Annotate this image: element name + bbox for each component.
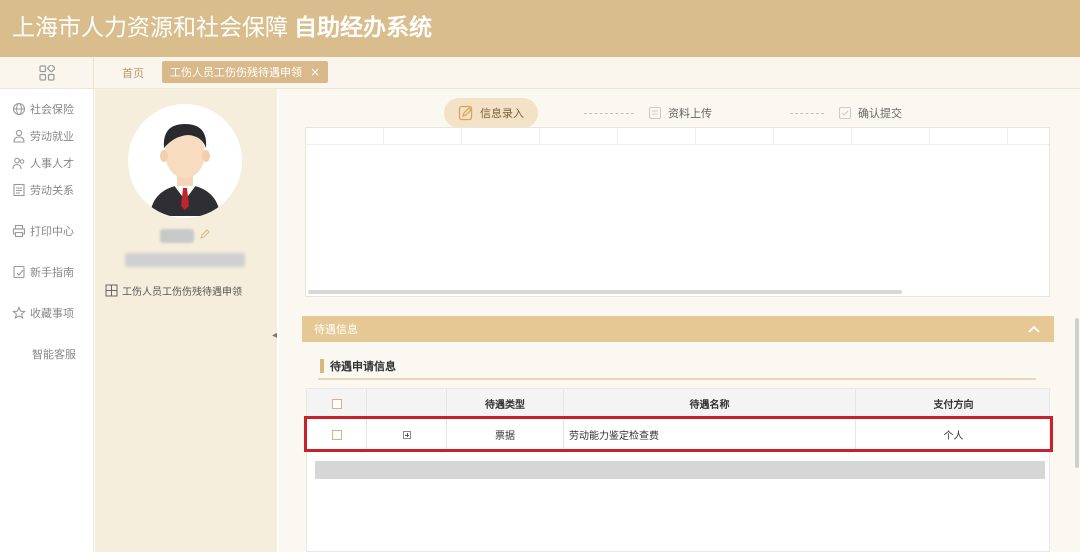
upload-icon — [648, 106, 662, 120]
chevron-up-icon[interactable] — [1026, 321, 1042, 337]
info-entry-icon — [458, 105, 473, 121]
subsection-divider — [318, 378, 1036, 380]
sidebar-item-label: 人事人才 — [30, 157, 74, 170]
confirm-icon — [838, 106, 852, 120]
title-marker — [320, 359, 324, 373]
step-confirm-submit[interactable]: 确认提交 — [824, 98, 916, 128]
sidebar-item-smart-service[interactable]: 智能客服 — [32, 345, 76, 363]
step-connector — [584, 113, 634, 114]
sidebar-item-label: 智能客服 — [32, 348, 76, 361]
sidebar-item-print-center[interactable]: 打印中心 — [12, 222, 74, 240]
step-material-upload[interactable]: 资料上传 — [634, 98, 726, 128]
tab-home[interactable]: 首页 — [110, 65, 156, 81]
upper-table-header-stub — [306, 128, 1049, 145]
sidebar-item-labor-relations[interactable]: 劳动关系 — [12, 181, 74, 199]
star-icon — [12, 306, 26, 320]
sidebar-item-beginner-guide[interactable]: 新手指南 — [12, 263, 74, 281]
header-expand — [367, 389, 447, 418]
current-service-link[interactable]: 工伤人员工伤伤残待遇申领 — [105, 283, 242, 298]
step-label: 资料上传 — [668, 107, 712, 120]
sidebar-item-personnel[interactable]: 人事人才 — [12, 154, 74, 172]
highlight-annotation — [304, 416, 1053, 452]
step-info-entry[interactable]: 信息录入 — [444, 98, 538, 128]
sidebar-item-label: 打印中心 — [30, 225, 74, 238]
current-service-label: 工伤人员工伤伤残待遇申领 — [122, 287, 242, 298]
sidebar: 社会保险 劳动就业 人事人才 劳动关系 打印中心 新手指南 收藏事项 智能客服 — [0, 89, 94, 552]
user-name-redacted — [160, 229, 194, 243]
tab-active-label: 工伤人员工伤伤残待遇申领 — [170, 66, 302, 79]
table-header: 待遇类型 待遇名称 支付方向 — [307, 389, 1049, 419]
benefit-table: 待遇类型 待遇名称 支付方向 票据 劳动能力鉴定检查费 个人 — [306, 388, 1050, 552]
header-benefit-type: 待遇类型 — [447, 389, 564, 418]
section-title: 待遇信息 — [314, 323, 358, 336]
tab-bar: 首页 工伤人员工伤伤残待遇申领 × — [0, 57, 1080, 89]
horizontal-scrollbar[interactable] — [308, 290, 902, 294]
subsection-title: 待遇申请信息 — [320, 358, 396, 374]
document-icon — [13, 183, 25, 197]
collapse-panel-icon[interactable]: ◂ — [272, 330, 277, 341]
sidebar-item-label: 收藏事项 — [30, 307, 74, 320]
sidebar-item-favorites[interactable]: 收藏事项 — [12, 304, 74, 322]
app-title-prefix: 上海市人力资源和社会保障 — [12, 15, 288, 41]
sidebar-item-employment[interactable]: 劳动就业 — [12, 127, 74, 145]
app-grid-button[interactable] — [0, 57, 94, 89]
subsection-title-text: 待遇申请信息 — [330, 360, 396, 373]
header-payment-direction: 支付方向 — [933, 400, 974, 411]
step-label: 信息录入 — [480, 107, 524, 120]
section-header-benefit-info[interactable]: 待遇信息 — [302, 316, 1054, 342]
globe-icon — [12, 102, 26, 116]
sidebar-item-label: 新手指南 — [30, 266, 74, 279]
close-icon[interactable]: × — [310, 65, 320, 79]
header-select-all[interactable] — [307, 389, 367, 418]
user-id-redacted — [125, 253, 245, 267]
avatar — [128, 104, 242, 218]
header-benefit-name: 待遇名称 — [564, 389, 856, 418]
step-connector — [790, 113, 824, 114]
grid-icon — [38, 65, 55, 81]
sidebar-item-social-insurance[interactable]: 社会保险 — [12, 100, 74, 118]
app-title-bold: 自助经办系统 — [294, 15, 432, 41]
vertical-scrollbar[interactable] — [1075, 318, 1079, 468]
sidebar-item-label: 劳动关系 — [30, 184, 74, 197]
table-horizontal-scrollbar[interactable] — [315, 461, 1045, 479]
worker-icon — [13, 129, 25, 143]
people-icon — [12, 157, 25, 170]
step-label: 确认提交 — [858, 107, 902, 120]
sidebar-item-label: 劳动就业 — [30, 130, 74, 143]
edit-icon[interactable] — [199, 228, 211, 240]
app-title: 上海市人力资源和社会保障 自助经办系统 — [12, 12, 432, 44]
guide-icon — [13, 265, 25, 279]
profile-panel: 工伤人员工伤伤残待遇申领 — [95, 89, 277, 552]
select-all-checkbox[interactable] — [331, 398, 342, 409]
tab-injury-disability-benefit[interactable]: 工伤人员工伤伤残待遇申领 × — [162, 61, 329, 83]
sidebar-item-label: 社会保险 — [30, 103, 74, 116]
upper-table-panel — [305, 127, 1050, 297]
printer-icon — [12, 224, 26, 238]
app-header: 上海市人力资源和社会保障 自助经办系统 — [0, 0, 1080, 57]
service-icon — [105, 284, 118, 297]
